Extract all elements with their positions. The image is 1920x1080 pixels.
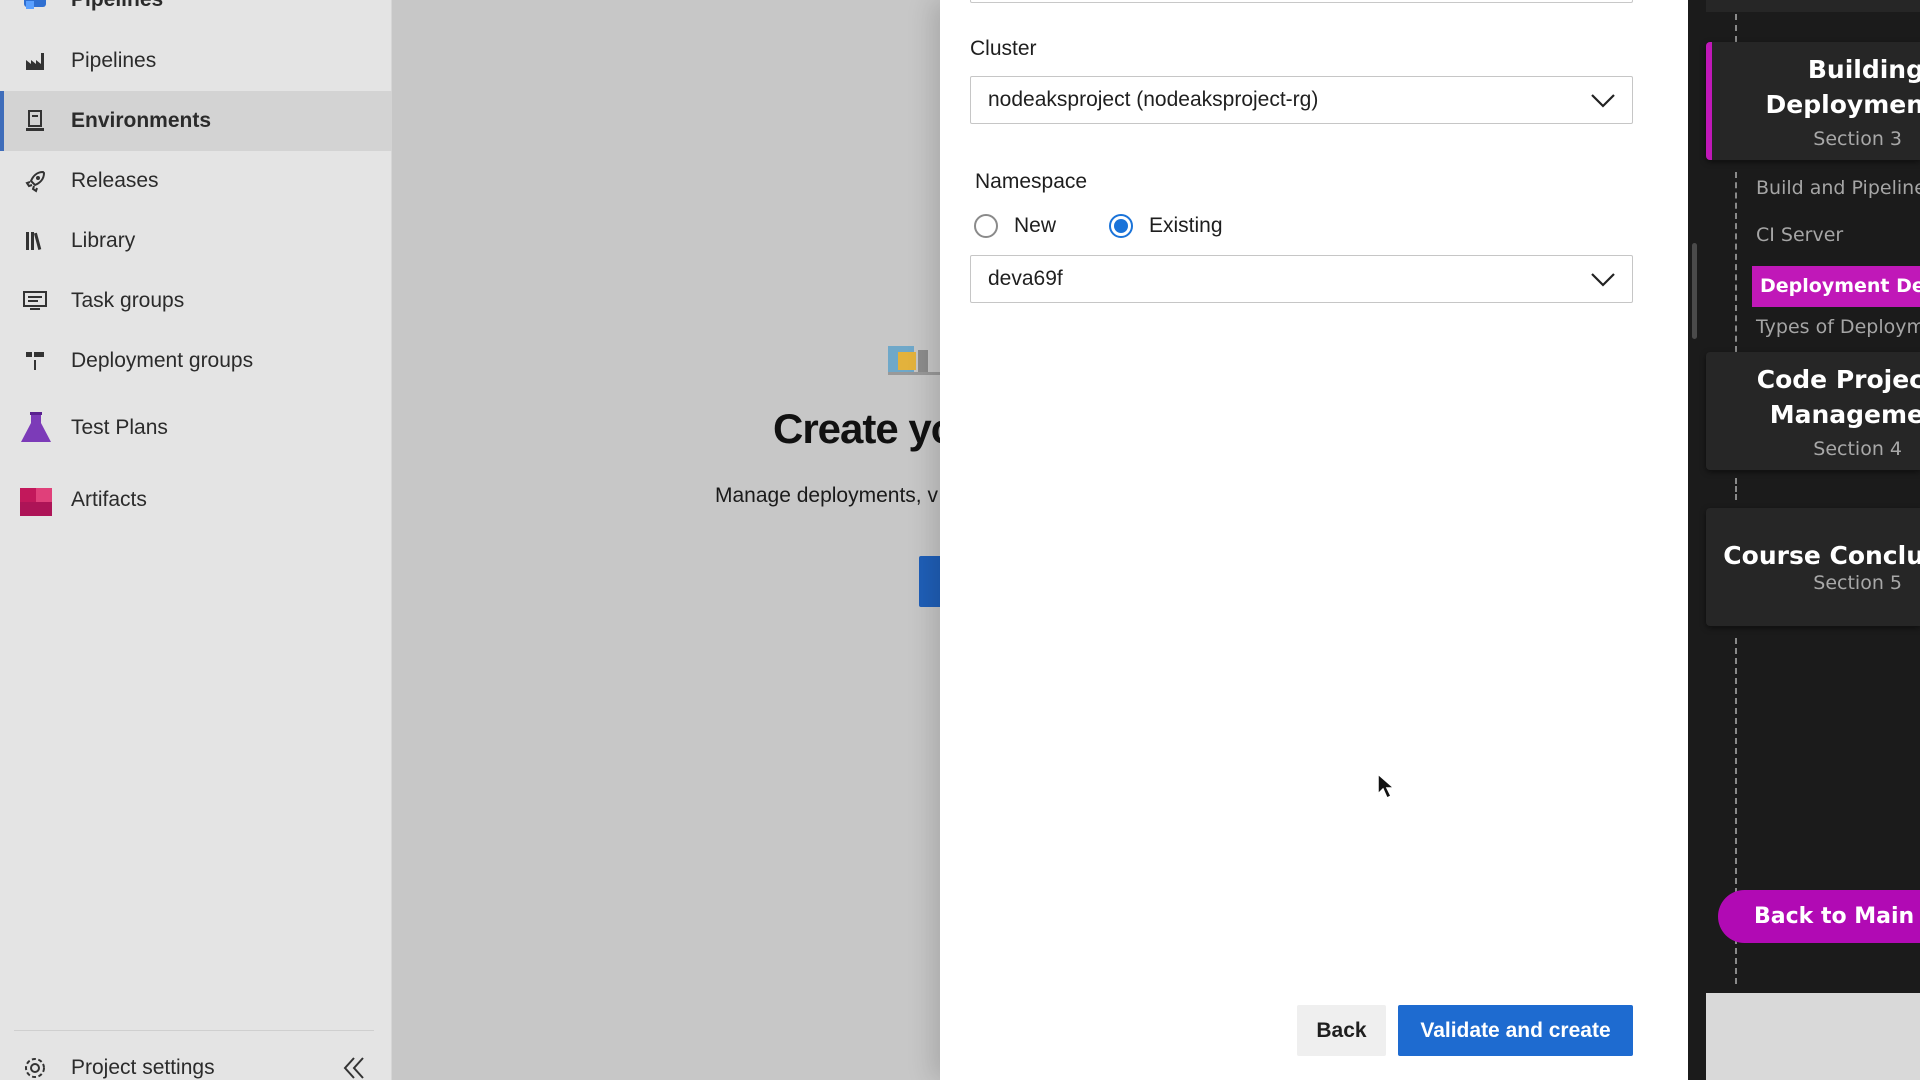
nav-item-pipelines[interactable]: Pipelines — [0, 31, 392, 91]
nav-label: Releases — [71, 169, 159, 192]
pipelines-icon — [22, 0, 48, 13]
project-settings[interactable]: Project settings — [0, 1038, 392, 1080]
overlay-border — [1662, 0, 1688, 1080]
deployment-groups-icon — [22, 348, 48, 374]
cluster-select[interactable]: nodeaksproject (nodeaksproject-rg) — [970, 76, 1633, 124]
back-to-main-button[interactable]: Back to Main — [1718, 890, 1920, 943]
radio-existing-circle[interactable] — [1109, 214, 1133, 238]
nav-label: Pipelines — [71, 0, 163, 12]
course-card-previous — [1706, 0, 1920, 12]
validate-and-create-button[interactable]: Validate and create — [1398, 1005, 1633, 1056]
nav-divider — [14, 1030, 374, 1031]
artifacts-icon — [18, 482, 54, 518]
environments-icon — [22, 108, 48, 134]
nav-label: Environments — [71, 109, 212, 132]
nav-item-test-plans[interactable]: Test Plans — [0, 398, 392, 458]
radio-existing[interactable]: Existing — [1109, 211, 1223, 241]
project-settings-label: Project settings — [71, 1056, 215, 1079]
illustration-icon — [888, 342, 940, 376]
namespace-label: Namespace — [975, 170, 1088, 193]
timeline-line — [1735, 478, 1737, 500]
card-title: Deploymen — [1765, 90, 1920, 119]
card-section: Section 3 — [1813, 128, 1902, 150]
course-card-section-4[interactable]: Code Projec Manageme Section 4 — [1706, 352, 1920, 470]
nav-item-deployment-groups[interactable]: Deployment groups — [0, 331, 392, 391]
radio-existing-label: Existing — [1149, 214, 1223, 237]
nav-label: Task groups — [71, 289, 185, 312]
lesson-item[interactable]: Types of Deploym — [1756, 316, 1920, 338]
nav-item-environments[interactable]: Environments — [0, 91, 392, 151]
new-environment-panel: Cluster nodeaksproject (nodeaksproject-r… — [940, 0, 1662, 1080]
nav-label: Pipelines — [71, 49, 157, 72]
chevron-down-icon — [1590, 89, 1616, 111]
radio-new-label: New — [1014, 214, 1057, 237]
course-card-section-3[interactable]: Building Deploymen Section 3 — [1706, 42, 1920, 160]
left-navigation: Pipelines Pipelines Environments Release… — [0, 0, 392, 1080]
flask-icon — [18, 410, 54, 446]
lesson-item-active[interactable]: Deployment Det — [1752, 266, 1920, 307]
card-section: Section 5 — [1813, 572, 1902, 594]
back-button[interactable]: Back — [1297, 1005, 1386, 1056]
radio-new[interactable]: New — [974, 211, 1056, 241]
nav-label: Test Plans — [71, 416, 168, 439]
nav-item-library[interactable]: Library — [0, 211, 392, 271]
lesson-item[interactable]: Build and Pipeline — [1756, 177, 1920, 199]
page-subtitle: Manage deployments, v — [715, 484, 938, 507]
nav-label: Library — [71, 229, 136, 252]
nav-item-pipelines-header[interactable]: Pipelines — [0, 0, 392, 30]
page-title: Create yo — [773, 405, 956, 452]
previous-field[interactable] — [970, 0, 1633, 3]
card-title: Code Projec — [1756, 365, 1920, 394]
nav-item-task-groups[interactable]: Task groups — [0, 271, 392, 331]
nav-item-artifacts[interactable]: Artifacts — [0, 470, 392, 530]
gear-icon — [22, 1055, 48, 1080]
card-title: Course Conclu — [1723, 541, 1920, 570]
namespace-value: deva69f — [988, 267, 1063, 290]
radio-new-circle[interactable] — [974, 214, 998, 238]
library-icon — [22, 228, 48, 254]
cluster-value: nodeaksproject (nodeaksproject-rg) — [988, 88, 1319, 111]
chevron-down-icon — [1590, 268, 1616, 290]
mouse-cursor-icon — [1376, 772, 1398, 800]
course-card-section-5[interactable]: Course Conclu Section 5 — [1706, 508, 1920, 626]
task-groups-icon — [22, 288, 48, 314]
background-page — [392, 0, 940, 1080]
timeline-line — [1735, 14, 1737, 42]
course-overlay-footer — [1706, 993, 1920, 1080]
cluster-label: Cluster — [970, 37, 1037, 60]
lesson-item[interactable]: CI Server — [1756, 224, 1843, 246]
nav-label: Artifacts — [71, 488, 147, 511]
rocket-icon — [22, 168, 48, 194]
create-environment-button[interactable] — [919, 556, 941, 607]
timeline-line — [1735, 172, 1737, 352]
namespace-select[interactable]: deva69f — [970, 255, 1633, 303]
collapse-icon[interactable] — [340, 1054, 368, 1080]
card-section: Section 4 — [1813, 438, 1902, 460]
card-title: Building — [1807, 55, 1920, 84]
scrollbar[interactable] — [1692, 243, 1697, 339]
nav-label: Deployment groups — [71, 349, 254, 372]
card-title: Manageme — [1769, 400, 1920, 429]
pipelines-sub-icon — [22, 48, 48, 74]
nav-item-releases[interactable]: Releases — [0, 151, 392, 211]
